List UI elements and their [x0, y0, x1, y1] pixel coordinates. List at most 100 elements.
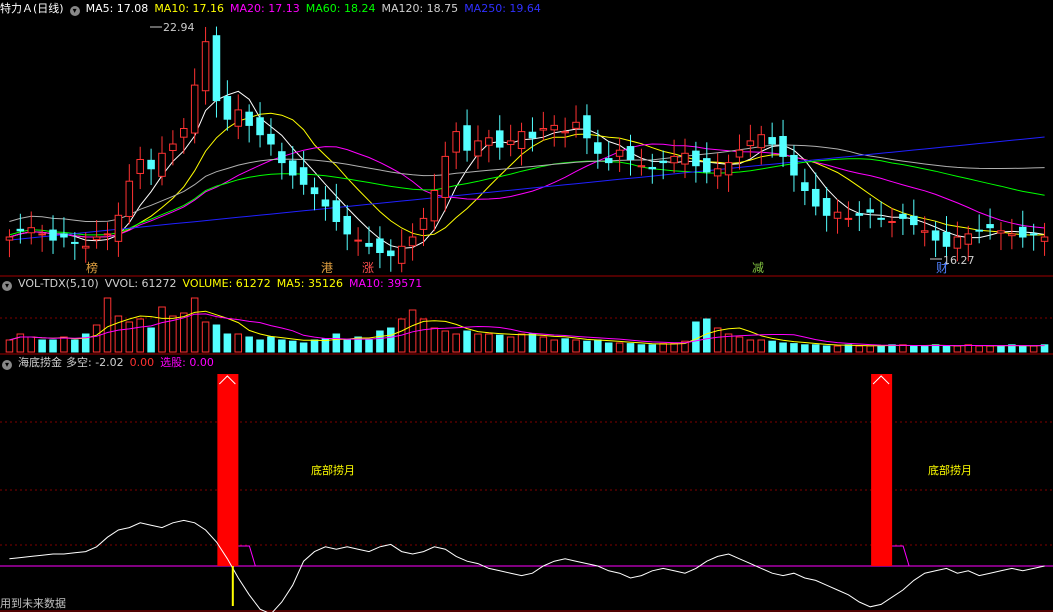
volume-bar [517, 333, 526, 353]
candle-body [452, 131, 460, 153]
volume-bar [387, 327, 395, 353]
volume-bar [147, 327, 155, 353]
candle-body [1008, 233, 1016, 237]
candle-body [931, 230, 940, 241]
volume-bar [245, 336, 253, 353]
candle-body [16, 228, 25, 232]
volume-bar [223, 333, 232, 353]
candle-body [844, 217, 853, 220]
event-marker-bang[interactable]: 榜 [86, 260, 98, 275]
dropdown-icon[interactable]: ▾ [2, 360, 12, 370]
volume-bar [604, 342, 613, 353]
candle-body [506, 140, 515, 146]
volume-bar [626, 343, 635, 353]
candle-body [833, 211, 842, 219]
candle-body [626, 146, 635, 161]
volume-bar [833, 345, 842, 353]
candle-body [659, 160, 667, 164]
candle-body [746, 140, 755, 147]
volume-bar [855, 345, 864, 353]
event-marker-zhang[interactable]: 涨 [362, 260, 374, 275]
candle-body [811, 188, 820, 207]
volume-bar [594, 339, 602, 353]
candle-body [408, 236, 417, 247]
candle-body [899, 213, 907, 219]
candle-body [615, 149, 624, 157]
ma5-value: MA5: 17.08 [85, 2, 149, 15]
volume-bar [506, 336, 515, 353]
candle-body [975, 229, 983, 232]
volume-bar [746, 339, 755, 353]
volume-bar [572, 339, 580, 353]
candle-body [495, 130, 504, 148]
candle-body [245, 111, 253, 126]
candle-body [670, 155, 678, 164]
signal-bar [217, 374, 239, 566]
kline-chart[interactable]: 22.94 16.27 榜 港 涨 减 财 底部捞月 底部捞月 [0, 0, 1053, 612]
candle-body [485, 137, 493, 146]
volume-bar [703, 318, 711, 353]
event-marker-gang[interactable]: 港 [321, 261, 333, 275]
volume-bar [38, 339, 46, 353]
volume-bar [866, 345, 874, 353]
volume-bar [1018, 345, 1027, 353]
volume-bar [953, 345, 962, 353]
candle-body [332, 200, 341, 223]
volume-bar [92, 324, 101, 353]
event-marker-jian[interactable]: 减 [752, 261, 764, 275]
event-marker-cai[interactable]: 财 [936, 261, 948, 275]
candle-body [38, 233, 46, 236]
indicator-title: 海底捞金 [18, 356, 62, 369]
volume-bar [822, 345, 831, 353]
candle-body [397, 245, 406, 264]
vol-ma10-value: MA10: 39571 [349, 277, 423, 290]
volume-bar [986, 345, 994, 353]
signal-bar [871, 374, 893, 566]
volume-bar [441, 330, 450, 353]
volume-bar [692, 321, 700, 353]
volume-bar [583, 340, 591, 353]
signal-label-2: 底部捞月 [928, 463, 972, 477]
volume-value: VOLUME: 61272 [182, 277, 271, 290]
candle-body [158, 152, 166, 177]
candle-body [60, 233, 68, 238]
volume-bar [648, 344, 657, 353]
vvol-value: VVOL: 61272 [104, 277, 177, 290]
candle-body [790, 154, 798, 176]
candle-body [997, 230, 1005, 234]
volume-bar [190, 297, 199, 353]
candle-body [27, 227, 36, 234]
volume-bar [757, 339, 766, 353]
volume-bar [997, 345, 1005, 353]
volume-bar [125, 321, 134, 353]
candle-body [190, 84, 199, 134]
volume-bar [920, 345, 929, 353]
volume-bar [5, 339, 14, 353]
ma120-value: MA120: 18.75 [381, 2, 459, 15]
volume-bar [212, 324, 221, 353]
candle-body [223, 95, 232, 120]
duokong-value: 多空: -2.02 [66, 356, 124, 369]
volume-bar [71, 339, 79, 353]
candle-body [136, 159, 144, 174]
dropdown-icon[interactable]: ▾ [2, 281, 12, 291]
volume-bar [288, 340, 297, 353]
candle-body [637, 165, 646, 168]
ma10-value: MA10: 17.16 [154, 2, 225, 15]
dropdown-icon[interactable]: ▾ [69, 6, 80, 16]
volume-bar [615, 342, 624, 353]
candle-body [539, 128, 548, 131]
candle-body [801, 182, 809, 191]
ma250-value: MA250: 19.64 [464, 2, 541, 15]
candle-body [114, 214, 123, 242]
volume-bar [942, 345, 951, 353]
volume-bar [1029, 345, 1038, 353]
volume-bar [528, 333, 537, 353]
candle-body [964, 233, 973, 245]
volume-bars [5, 297, 1049, 353]
candle-body [169, 143, 177, 152]
candle-body [681, 152, 689, 165]
candle-body [528, 131, 537, 139]
candle-body [561, 131, 569, 134]
candle-body [986, 224, 994, 229]
